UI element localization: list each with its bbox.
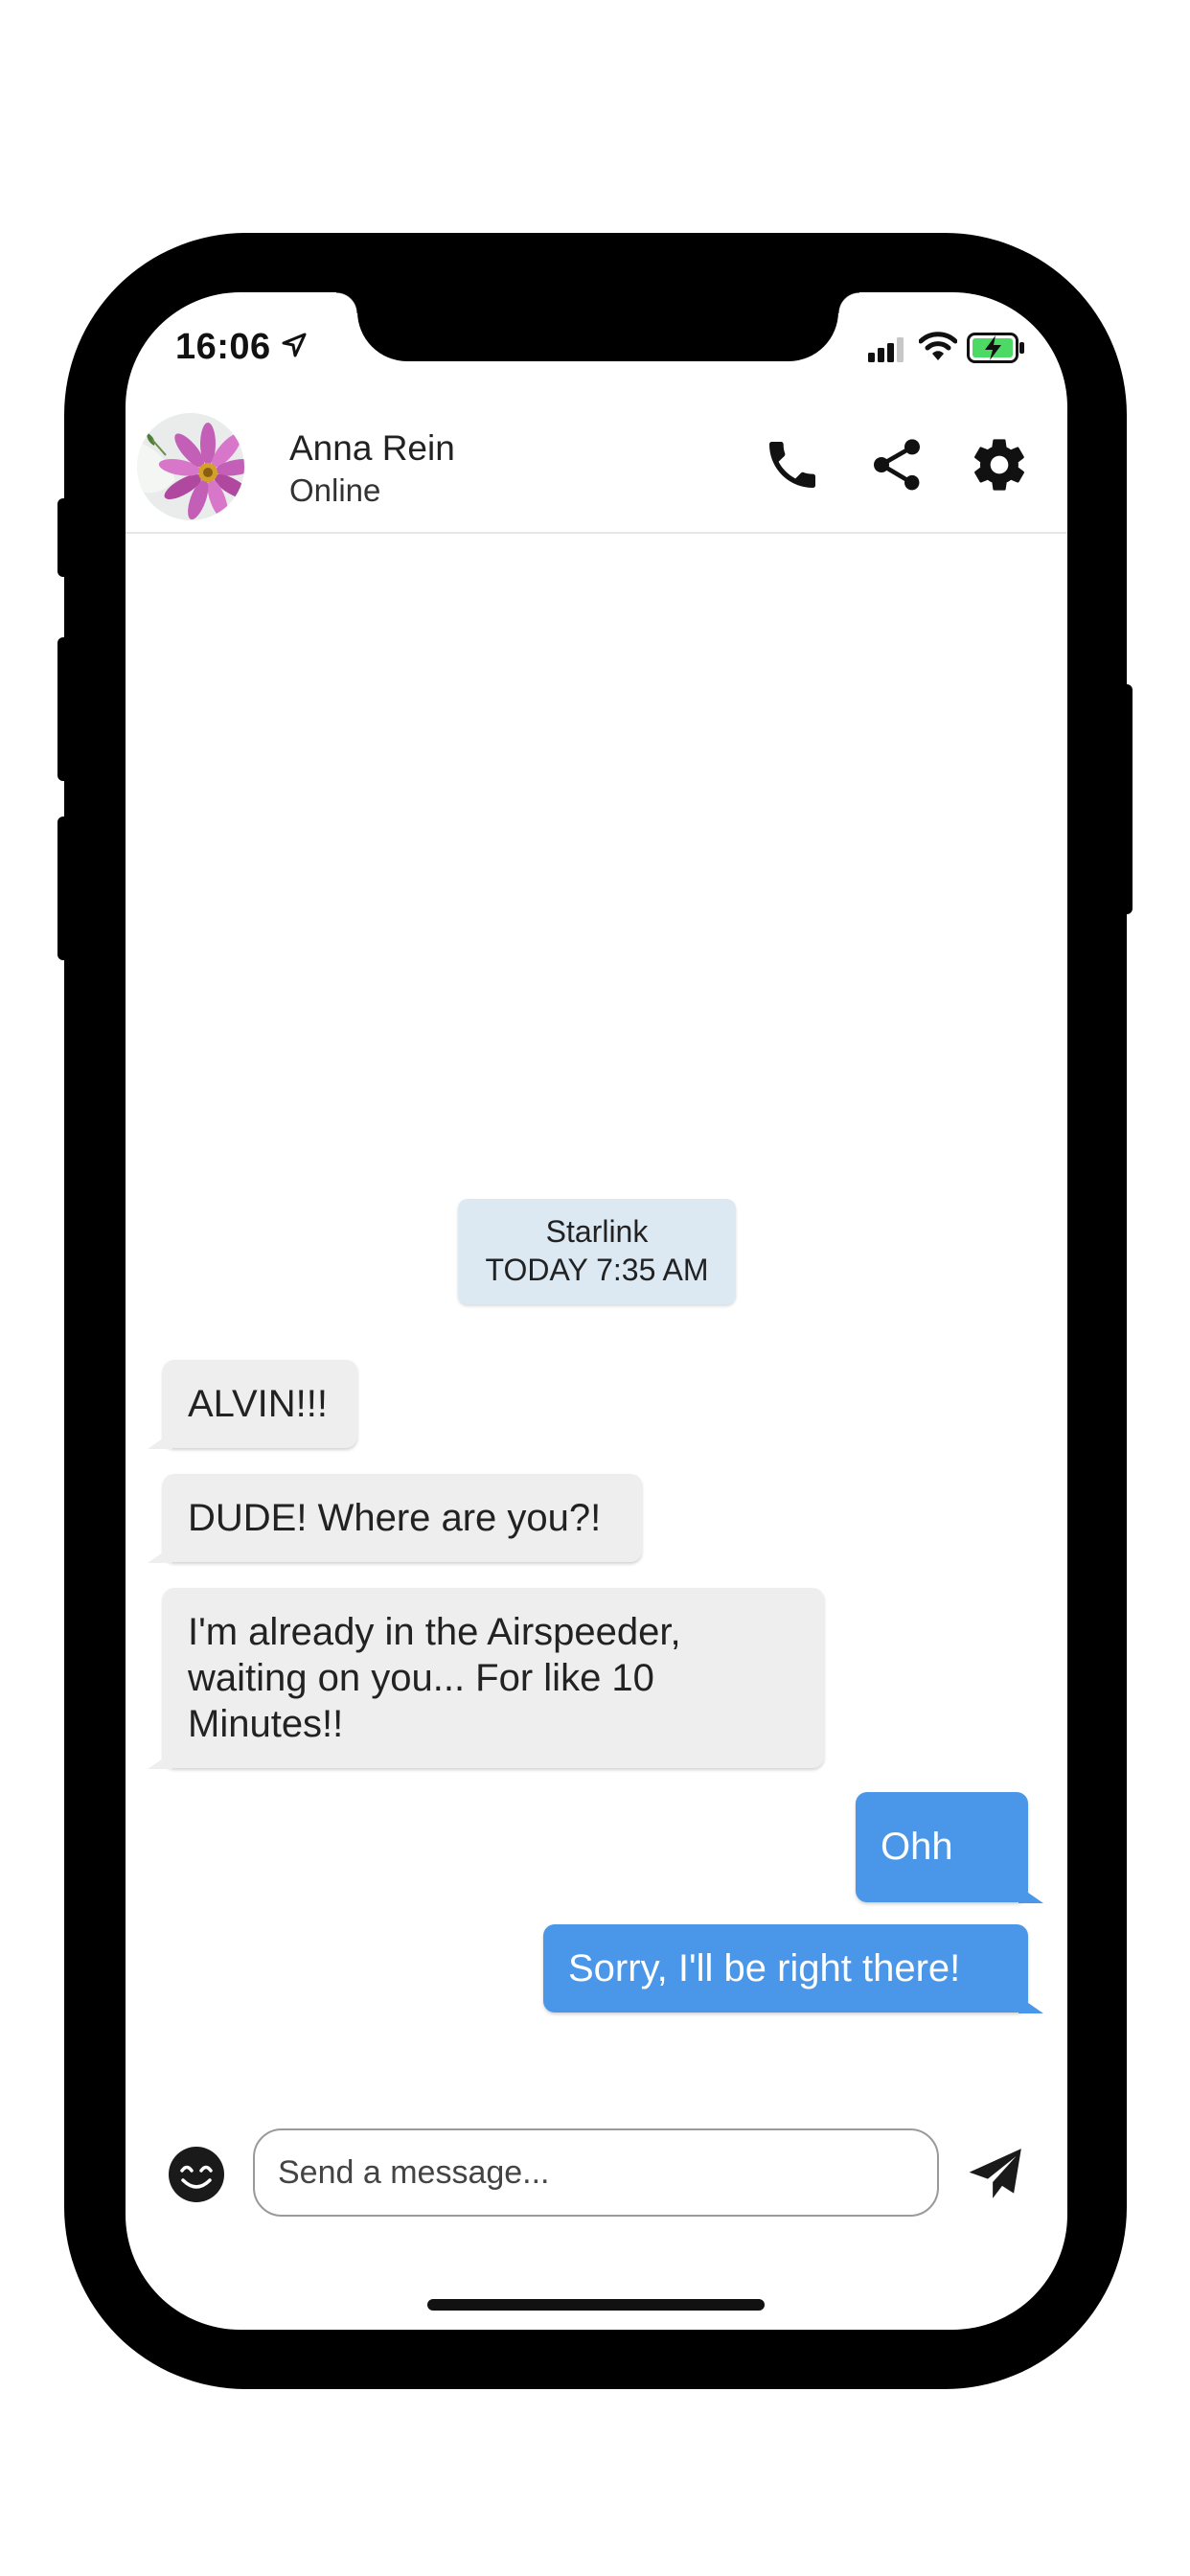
wifi-icon bbox=[919, 332, 957, 360]
avatar[interactable] bbox=[137, 413, 244, 520]
chat-header: Anna Rein Online bbox=[126, 398, 1067, 534]
message-text-line: Minutes!! bbox=[188, 1703, 344, 1745]
message-bubble-incoming[interactable]: I'm already in the Airspeeder, waiting o… bbox=[148, 1588, 824, 1769]
message-input[interactable] bbox=[253, 2128, 939, 2217]
date-chip-time: TODAY 7:35 AM bbox=[485, 1253, 709, 1287]
message-text-line: I'm already in the Airspeeder, bbox=[188, 1611, 681, 1653]
battery-charging-icon bbox=[967, 333, 1024, 363]
flower-avatar-image bbox=[137, 413, 244, 520]
send-icon[interactable] bbox=[967, 2144, 1026, 2203]
phone-screen: 16:06 Anna Rein Online Starlink TODAY 7:… bbox=[126, 292, 1067, 2330]
bubble-tail bbox=[1018, 1886, 1043, 1903]
share-icon[interactable] bbox=[866, 434, 927, 495]
contact-status: Online bbox=[289, 472, 381, 508]
bubble-tail bbox=[148, 1546, 172, 1563]
status-time: 16:06 bbox=[175, 327, 271, 367]
message-text: Sorry, I'll be right there! bbox=[568, 1947, 961, 1990]
message-bubble-incoming[interactable]: ALVIN!!! bbox=[148, 1360, 357, 1449]
smiley-icon[interactable] bbox=[168, 2146, 225, 2203]
message-text: DUDE! Where are you?! bbox=[188, 1497, 602, 1539]
home-indicator[interactable] bbox=[427, 2299, 765, 2311]
bubble-tail bbox=[148, 1752, 172, 1769]
date-chip: Starlink TODAY 7:35 AM bbox=[458, 1199, 736, 1304]
bubble-tail bbox=[148, 1432, 172, 1449]
notch bbox=[336, 292, 859, 361]
message-bubble-outgoing[interactable]: Sorry, I'll be right there! bbox=[543, 1924, 1043, 2013]
bubble-tail bbox=[1018, 1996, 1043, 2013]
cellular-signal-icon bbox=[868, 337, 904, 362]
message-text-line: waiting on you... For like 10 bbox=[188, 1657, 654, 1699]
message-bubble-outgoing[interactable]: Ohh 😂 bbox=[856, 1792, 1043, 1978]
contact-name: Anna Rein bbox=[289, 428, 455, 468]
message-text: ALVIN!!! bbox=[188, 1383, 328, 1425]
location-arrow-icon bbox=[282, 333, 307, 357]
date-chip-label: Starlink bbox=[545, 1214, 649, 1249]
message-bubble-incoming[interactable]: DUDE! Where are you?! bbox=[148, 1474, 642, 1563]
phone-icon[interactable] bbox=[762, 434, 823, 495]
gear-icon[interactable] bbox=[969, 434, 1030, 495]
